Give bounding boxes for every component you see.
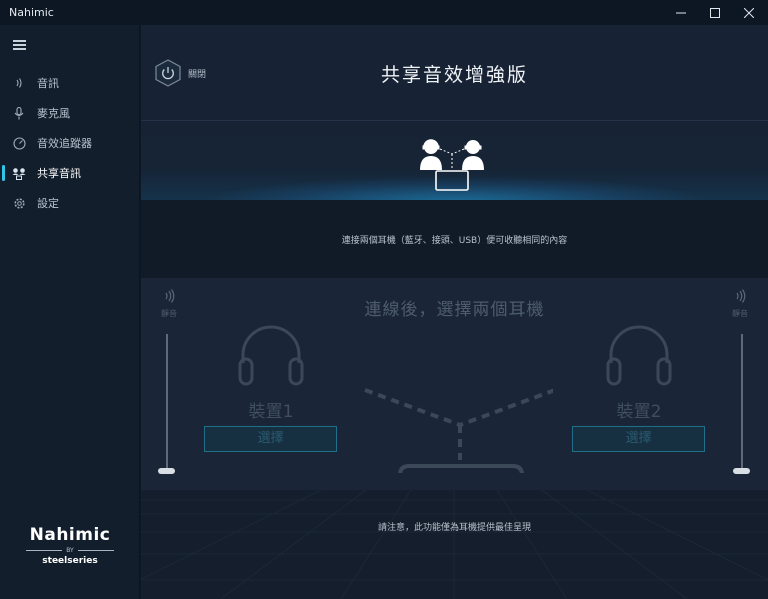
brand-by-text: BY [18, 547, 122, 554]
steelseries-logo-text: steelseries [42, 556, 98, 566]
nahimic-logo: Nahimic BY steelseries [18, 525, 122, 566]
connection-diagram [364, 388, 553, 473]
brand-logo-text: Nahimic [29, 525, 111, 545]
sidebar-item-label: 音效追蹤器 [37, 137, 92, 150]
maximize-icon [710, 7, 720, 18]
gear-icon [12, 196, 26, 210]
mute-label: 靜音 [732, 309, 748, 318]
mute-left-button[interactable]: 靜音 [157, 288, 181, 319]
sidebar-item-settings[interactable]: 設定 [0, 188, 140, 218]
description-band: 連接兩個耳機（藍牙、接頭、USB）便可收聽相同的內容 [141, 200, 768, 278]
headphones-icon [238, 325, 304, 386]
hamburger-menu-icon[interactable] [13, 40, 26, 50]
sharing-illustration-icon [420, 139, 484, 191]
volume-slider-right[interactable] [741, 334, 743, 468]
headphones-icon [606, 325, 672, 386]
sidebar-item-audio[interactable]: 音訊 [0, 68, 140, 98]
mute-right-button[interactable]: 靜音 [728, 288, 752, 319]
minimize-icon [676, 12, 686, 13]
sidebar-nav: 音訊 麥克風 音效追蹤器 共享音訊 設定 [0, 68, 140, 218]
grid-floor-decoration [141, 490, 768, 599]
device-1-label: 裝置1 [248, 402, 294, 422]
close-button[interactable] [732, 0, 766, 25]
volume-slider-right-handle[interactable] [733, 468, 750, 474]
sound-tracker-icon [12, 136, 26, 150]
window-title: Nahimic [9, 6, 54, 19]
main-content: 關閉 共享音效增強版 連接兩個耳機（藍牙、接頭、USB）便可收聽相同的內容 連線… [141, 25, 768, 599]
sound-sharing-icon [12, 166, 26, 180]
hero-banner [141, 120, 768, 200]
connect-instruction-title: 連線後，選擇兩個耳機 [364, 300, 545, 320]
select-device-1-button[interactable]: 選擇 [204, 426, 337, 452]
sidebar-item-sound-sharing[interactable]: 共享音訊 [0, 158, 140, 188]
microphone-icon [12, 106, 26, 120]
sidebar-item-microphone[interactable]: 麥克風 [0, 98, 140, 128]
sidebar-item-label: 設定 [37, 197, 59, 210]
minimize-button[interactable] [664, 0, 698, 25]
sidebar-item-label: 共享音訊 [37, 167, 81, 180]
select-device-2-button[interactable]: 選擇 [572, 426, 705, 452]
volume-slider-left-handle[interactable] [158, 468, 175, 474]
sidebar: 音訊 麥克風 音效追蹤器 共享音訊 設定 Nahimic BY steelser… [0, 25, 140, 599]
header: 關閉 共享音效增強版 [141, 25, 768, 120]
device-2-label: 裝置2 [616, 402, 662, 422]
device-1-card: 裝置1 選擇 [204, 323, 338, 452]
device-2-card: 裝置2 選擇 [572, 323, 706, 452]
mute-label: 靜音 [161, 309, 177, 318]
feature-description: 連接兩個耳機（藍牙、接頭、USB）便可收聽相同的內容 [341, 236, 568, 246]
sidebar-item-label: 音訊 [37, 77, 59, 90]
audio-wave-icon [165, 289, 175, 303]
device-selection-panel: 連線後，選擇兩個耳機 靜音 靜音 裝置1 選擇 裝置2 選擇 [141, 278, 768, 490]
close-icon [744, 7, 754, 18]
title-bar: Nahimic [0, 0, 768, 25]
footer-note: 請注意，此功能僅為耳機提供最佳呈現 [377, 523, 531, 533]
audio-wave-icon [12, 76, 26, 90]
page-title: 共享音效增強版 [380, 64, 528, 86]
volume-slider-left[interactable] [166, 334, 168, 468]
footer-band: 請注意，此功能僅為耳機提供最佳呈現 [141, 490, 768, 599]
sidebar-item-sound-tracker[interactable]: 音效追蹤器 [0, 128, 140, 158]
audio-wave-icon [736, 289, 746, 303]
sidebar-item-label: 麥克風 [37, 107, 70, 120]
maximize-button[interactable] [698, 0, 732, 25]
